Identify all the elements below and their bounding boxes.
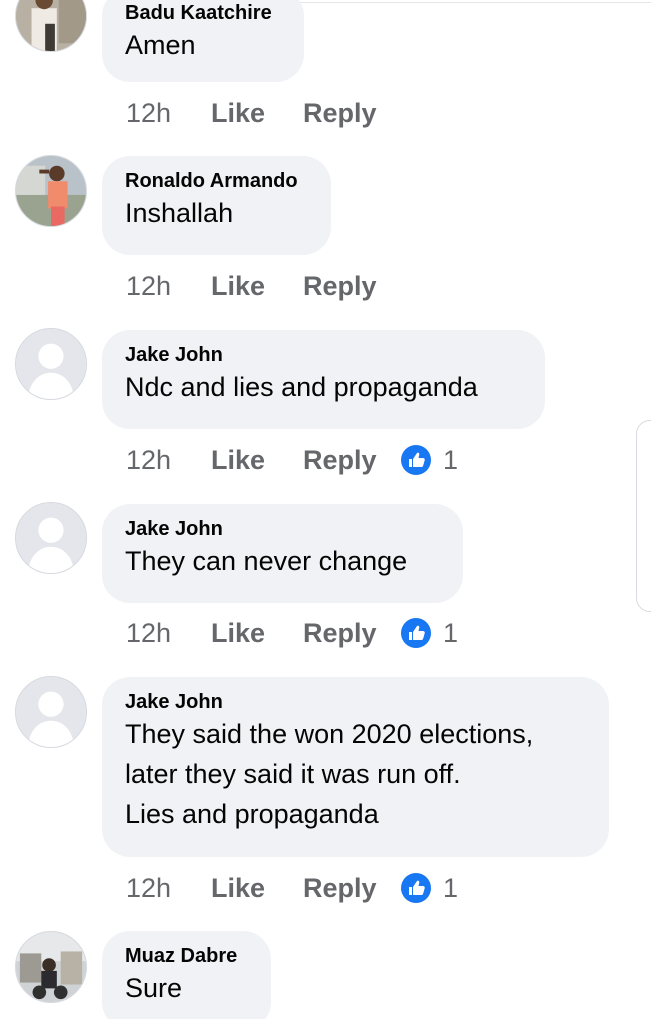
comment-author[interactable]: Jake John [125,517,439,541]
thumbs-up-like-icon [401,618,431,648]
comment-time[interactable]: 12h [126,98,211,129]
comment-author[interactable]: Badu Kaatchire [125,1,280,25]
profile-photo-icon [16,932,86,1002]
comment-bubble: Ronaldo Armando Inshallah [102,156,331,255]
reply-button[interactable]: Reply [303,445,401,476]
default-profile-silhouette-icon [16,503,86,573]
comment-bubble: Jake John They can never change [102,504,463,603]
comment-time[interactable]: 12h [126,271,211,302]
comment-author[interactable]: Ronaldo Armando [125,169,307,193]
avatar[interactable] [15,0,87,52]
like-button[interactable]: Like [211,873,303,904]
comment-actions: 12h Like Reply 1 [126,615,458,651]
reply-button[interactable]: Reply [303,873,401,904]
comment-bubble: Muaz Dabre Sure [102,931,271,1019]
avatar[interactable] [15,676,87,748]
reaction-summary[interactable]: 1 [401,873,458,904]
comment-author[interactable]: Jake John [125,343,521,367]
reply-button[interactable]: Reply [303,98,401,129]
comment-author[interactable]: Muaz Dabre [125,944,247,968]
default-profile-silhouette-icon [16,677,86,747]
comment-text-line: They said the won 2020 elections, [125,719,534,749]
like-button[interactable]: Like [211,618,303,649]
reply-button[interactable]: Reply [303,271,401,302]
profile-photo-icon [16,156,86,226]
reaction-count: 1 [443,444,459,475]
comment-bubble: Badu Kaatchire Amen [102,0,304,82]
comment-time[interactable]: 12h [126,445,211,476]
reaction-summary[interactable]: 1 [401,445,458,476]
comment-time[interactable]: 12h [126,618,211,649]
reaction-count: 1 [443,617,459,648]
avatar[interactable] [15,328,87,400]
comment-bubble: Jake John They said the won 2020 electio… [102,677,609,857]
comment-actions: 12h Like Reply 1 [126,442,458,478]
avatar[interactable] [15,155,87,227]
reaction-summary[interactable]: 1 [401,618,458,649]
comments-screen: Badu Kaatchire Amen 12h Like Reply Ronal… [0,0,651,1019]
comment-text: Sure [125,973,183,1003]
comment-text: Amen [125,30,196,60]
divider [300,2,651,3]
comment-time[interactable]: 12h [126,873,211,904]
comment-actions: 12h Like Reply [126,268,401,304]
avatar[interactable] [15,931,87,1003]
like-button[interactable]: Like [211,271,303,302]
thumbs-up-like-icon [401,873,431,903]
comment-text-line: Lies and propaganda [125,799,379,829]
comment-text-line: later they said it was run off. [125,759,461,789]
like-button[interactable]: Like [211,445,303,476]
profile-photo-icon [16,0,86,51]
comment-bubble: Jake John Ndc and lies and propaganda [102,330,545,429]
comment-text: Inshallah [125,198,234,228]
thumbs-up-like-icon [401,445,431,475]
default-profile-silhouette-icon [16,329,86,399]
comment-text: Ndc and lies and propaganda [125,372,478,402]
reaction-count: 1 [443,872,459,903]
comment-actions: 12h Like Reply 1 [126,870,458,906]
comment-text: They can never change [125,546,408,576]
like-button[interactable]: Like [211,98,303,129]
reply-button[interactable]: Reply [303,618,401,649]
floating-panel-edge [636,420,651,612]
comment-actions: 12h Like Reply [126,95,401,131]
comment-author[interactable]: Jake John [125,690,585,714]
avatar[interactable] [15,502,87,574]
